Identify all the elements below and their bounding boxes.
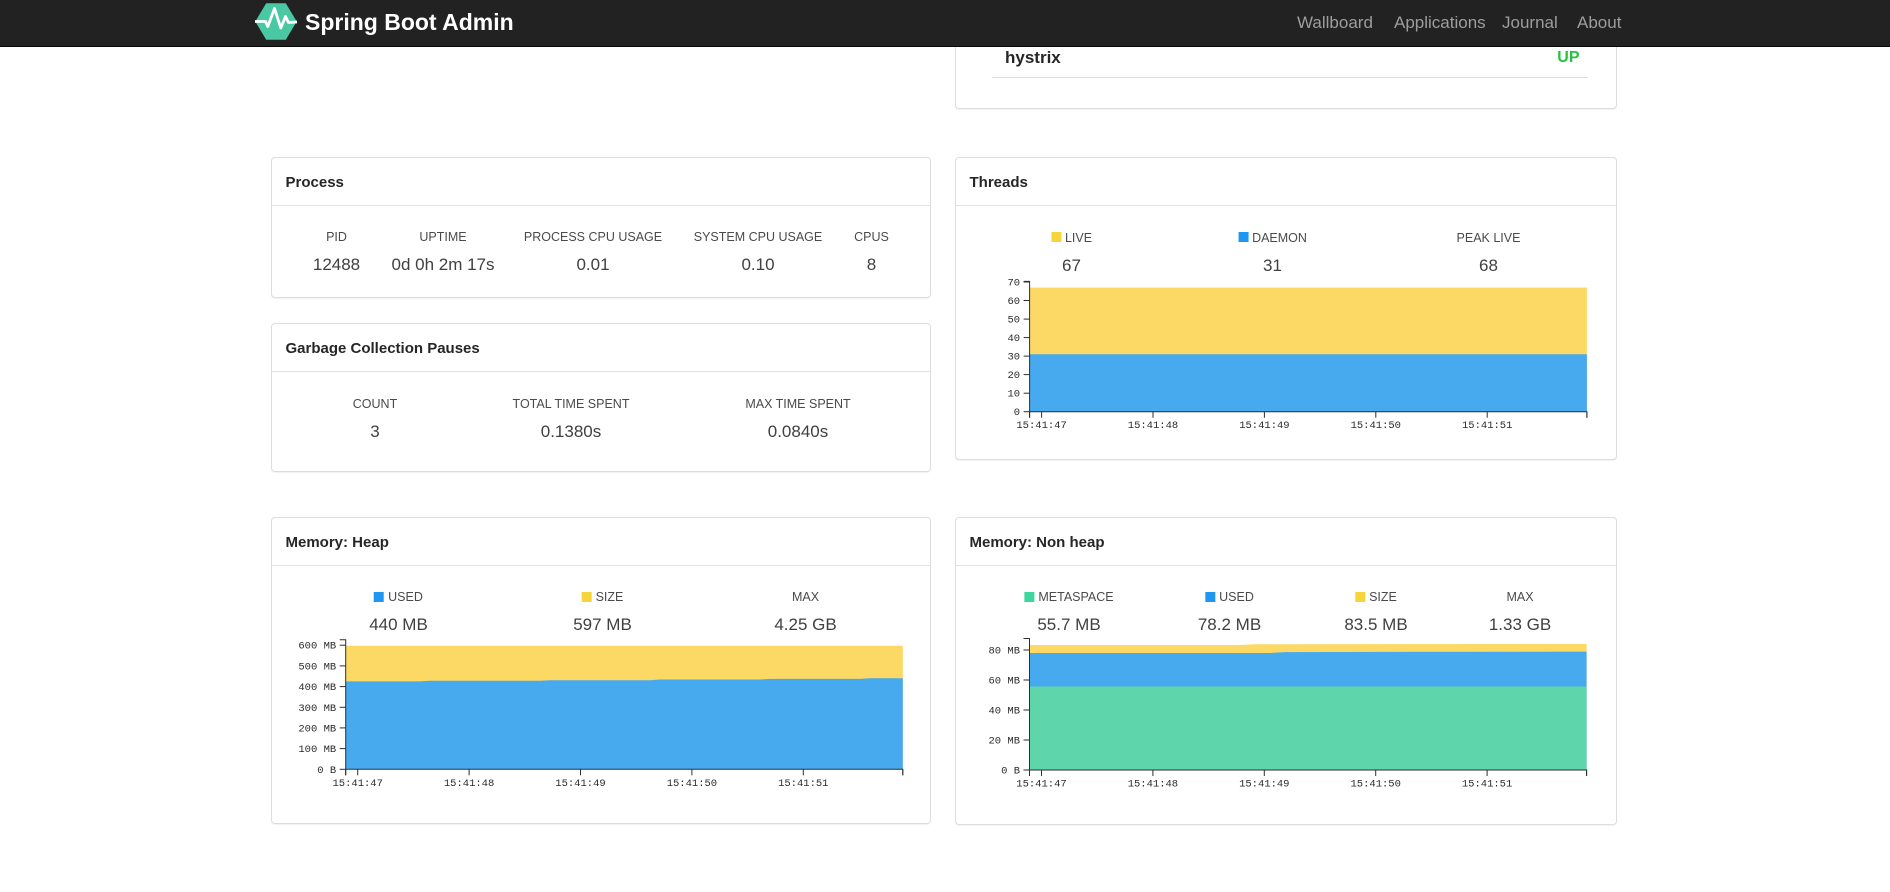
svg-text:80 MB: 80 MB: [988, 646, 1020, 658]
svg-text:15:41:49: 15:41:49: [1239, 779, 1289, 791]
svg-text:20 MB: 20 MB: [988, 736, 1020, 748]
svg-text:15:41:47: 15:41:47: [1016, 779, 1066, 791]
svg-text:15:41:51: 15:41:51: [1462, 779, 1512, 791]
svg-text:15:41:48: 15:41:48: [1128, 779, 1178, 791]
svg-text:0 B: 0 B: [1001, 766, 1020, 778]
svg-text:40 MB: 40 MB: [988, 706, 1020, 718]
svg-text:60 MB: 60 MB: [988, 676, 1020, 688]
svg-text:15:41:50: 15:41:50: [1350, 779, 1400, 791]
